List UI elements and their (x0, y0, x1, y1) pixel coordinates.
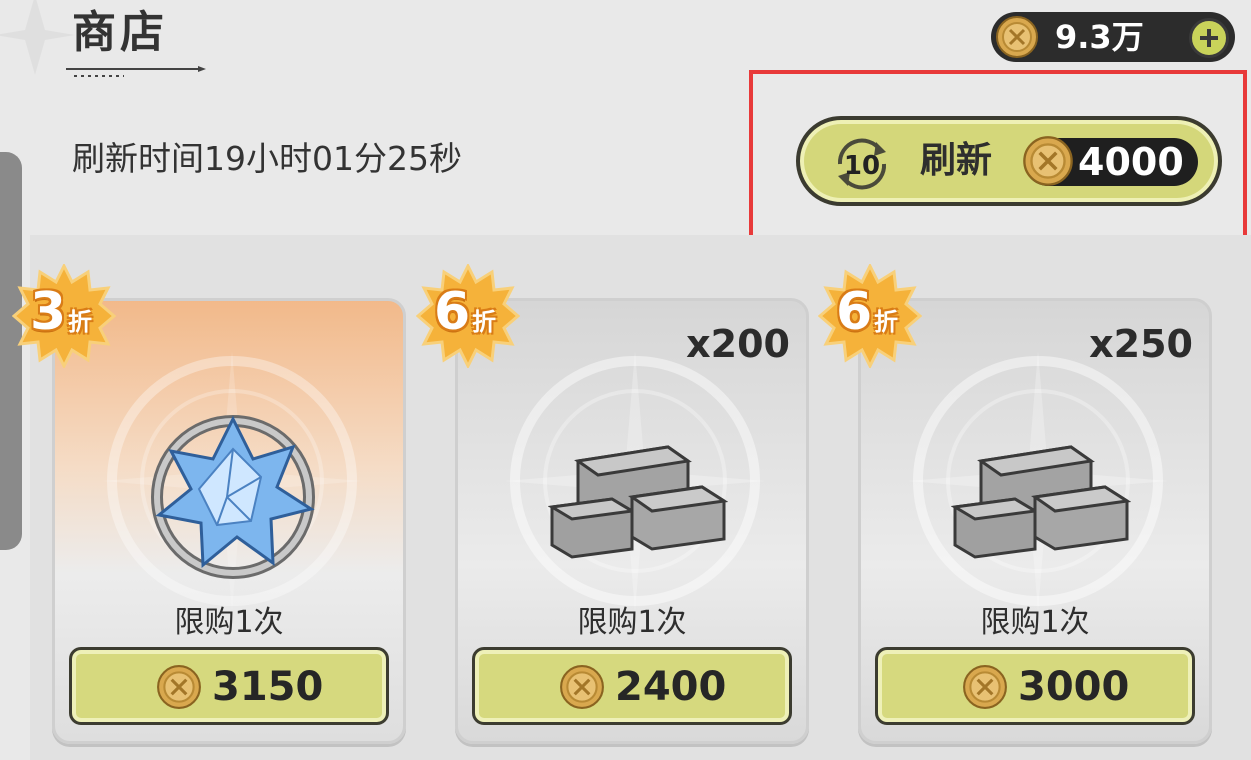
discount-number: 6 (434, 282, 471, 342)
plus-icon (1200, 29, 1218, 47)
discount-unit: 折 (68, 308, 92, 336)
title-underline-decoration (66, 66, 206, 77)
refresh-cost: 4000 (1078, 140, 1184, 184)
refresh-countdown: 刷新时间19小时01分25秒 (72, 139, 462, 178)
buy-button[interactable]: 3150 (69, 647, 389, 725)
gold-coin-icon (963, 665, 1007, 709)
page-title-area: 商店 (72, 4, 168, 62)
discount-badge: 3 折 (12, 264, 116, 368)
gold-coin-icon (560, 665, 604, 709)
purchase-limit: 限购1次 (980, 605, 1090, 640)
discount-number: 3 (30, 282, 67, 342)
currency-amount: 9.3万 (1055, 18, 1144, 56)
item-quantity: x250 (1089, 322, 1193, 366)
discount-unit: 折 (472, 308, 496, 336)
stone-bricks-icon (548, 445, 728, 559)
discount-unit: 折 (874, 308, 898, 336)
purchase-limit: 限购1次 (174, 605, 284, 640)
discount-number: 6 (836, 282, 873, 342)
buy-button[interactable]: 2400 (472, 647, 792, 725)
refresh-cycle-icon: 10 (837, 138, 887, 190)
item-quantity: x200 (686, 322, 790, 366)
gold-coin-icon (1023, 136, 1073, 186)
discount-badge: 6 折 (818, 264, 922, 368)
purchase-limit: 限购1次 (577, 605, 687, 640)
refresh-cost-pill: 4000 (1023, 136, 1198, 186)
page-title: 商店 (72, 7, 168, 58)
add-currency-button[interactable] (1189, 18, 1229, 58)
gold-coin-icon (996, 16, 1038, 58)
refresh-button[interactable]: 10 刷新 4000 (796, 116, 1222, 206)
item-price: 3150 (212, 664, 324, 710)
stone-bricks-icon (951, 445, 1131, 559)
blue-crystal-icon (151, 415, 315, 579)
currency-counter: 9.3万 (991, 12, 1235, 62)
gold-coin-icon (157, 665, 201, 709)
refresh-count: 10 (844, 151, 880, 181)
refresh-label: 刷新 (920, 140, 993, 181)
item-price: 2400 (615, 664, 727, 710)
item-price: 3000 (1018, 664, 1130, 710)
discount-badge: 6 折 (416, 264, 520, 368)
buy-button[interactable]: 3000 (875, 647, 1195, 725)
